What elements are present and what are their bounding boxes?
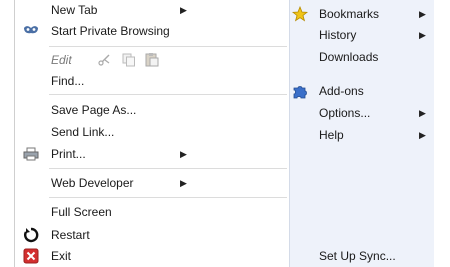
puzzle-piece-icon — [293, 86, 307, 99]
private-browsing-icon — [24, 26, 38, 34]
separator — [49, 168, 287, 169]
menu-item-save-page[interactable]: Save Page As... — [15, 100, 287, 120]
submenu-arrow-icon: ▶ — [180, 149, 187, 159]
new-tab-label: New Tab — [51, 3, 98, 17]
setup-sync-label: Set Up Sync... — [319, 249, 396, 263]
save-page-label: Save Page As... — [51, 103, 137, 117]
exit-label: Exit — [51, 249, 72, 263]
menu-item-find[interactable]: Find... — [15, 71, 287, 91]
exit-icon — [23, 248, 39, 264]
star-icon — [292, 6, 308, 22]
web-developer-label: Web Developer — [51, 176, 134, 190]
menu-item-exit[interactable]: Exit — [15, 246, 287, 266]
history-label: History — [319, 28, 357, 42]
menu-item-downloads[interactable]: Downloads — [290, 47, 434, 67]
menu-item-restart[interactable]: Restart — [15, 225, 287, 245]
menu-item-send-link[interactable]: Send Link... — [15, 122, 287, 142]
menu-item-help[interactable]: Help ▶ — [290, 125, 434, 145]
menu-item-addons[interactable]: Add-ons — [290, 81, 434, 101]
options-label: Options... — [319, 106, 371, 120]
menu-item-web-developer[interactable]: Web Developer ▶ — [15, 173, 287, 193]
separator — [49, 94, 287, 95]
print-label: Print... — [51, 147, 86, 161]
copy-icon[interactable] — [122, 53, 136, 67]
cut-icon[interactable] — [97, 53, 111, 67]
menu-item-bookmarks[interactable]: Bookmarks ▶ — [290, 4, 434, 24]
bookmarks-label: Bookmarks — [319, 7, 380, 21]
menu-item-full-screen[interactable]: Full Screen — [15, 202, 287, 222]
separator — [49, 46, 287, 47]
submenu-arrow-icon: ▶ — [419, 108, 426, 118]
firefox-app-menu: New Tab ▶ Start Private Browsing Edit Fi… — [0, 0, 450, 267]
send-link-label: Send Link... — [51, 125, 115, 139]
paste-icon[interactable] — [144, 52, 159, 67]
submenu-arrow-icon: ▶ — [419, 9, 426, 19]
menu-item-options[interactable]: Options... ▶ — [290, 103, 434, 123]
submenu-arrow-icon: ▶ — [419, 130, 426, 140]
full-screen-label: Full Screen — [51, 205, 112, 219]
private-browsing-label: Start Private Browsing — [51, 24, 170, 38]
submenu-arrow-icon: ▶ — [419, 30, 426, 40]
separator — [49, 197, 287, 198]
restart-icon — [24, 227, 39, 243]
menu-item-setup-sync[interactable]: Set Up Sync... — [290, 246, 434, 266]
restart-label: Restart — [51, 228, 90, 242]
right-edge — [434, 0, 450, 267]
downloads-label: Downloads — [319, 50, 379, 64]
addons-label: Add-ons — [319, 84, 364, 98]
submenu-arrow-icon: ▶ — [180, 5, 187, 15]
printer-icon — [23, 147, 39, 161]
find-label: Find... — [51, 74, 85, 88]
menu-item-print[interactable]: Print... ▶ — [15, 144, 287, 164]
menu-item-history[interactable]: History ▶ — [290, 25, 434, 45]
submenu-arrow-icon: ▶ — [180, 178, 187, 188]
menu-item-new-tab[interactable]: New Tab ▶ — [15, 0, 287, 20]
menu-item-private-browsing[interactable]: Start Private Browsing — [15, 21, 287, 41]
edit-row: Edit — [15, 50, 287, 70]
edit-label: Edit — [51, 53, 72, 67]
help-label: Help — [319, 128, 344, 142]
